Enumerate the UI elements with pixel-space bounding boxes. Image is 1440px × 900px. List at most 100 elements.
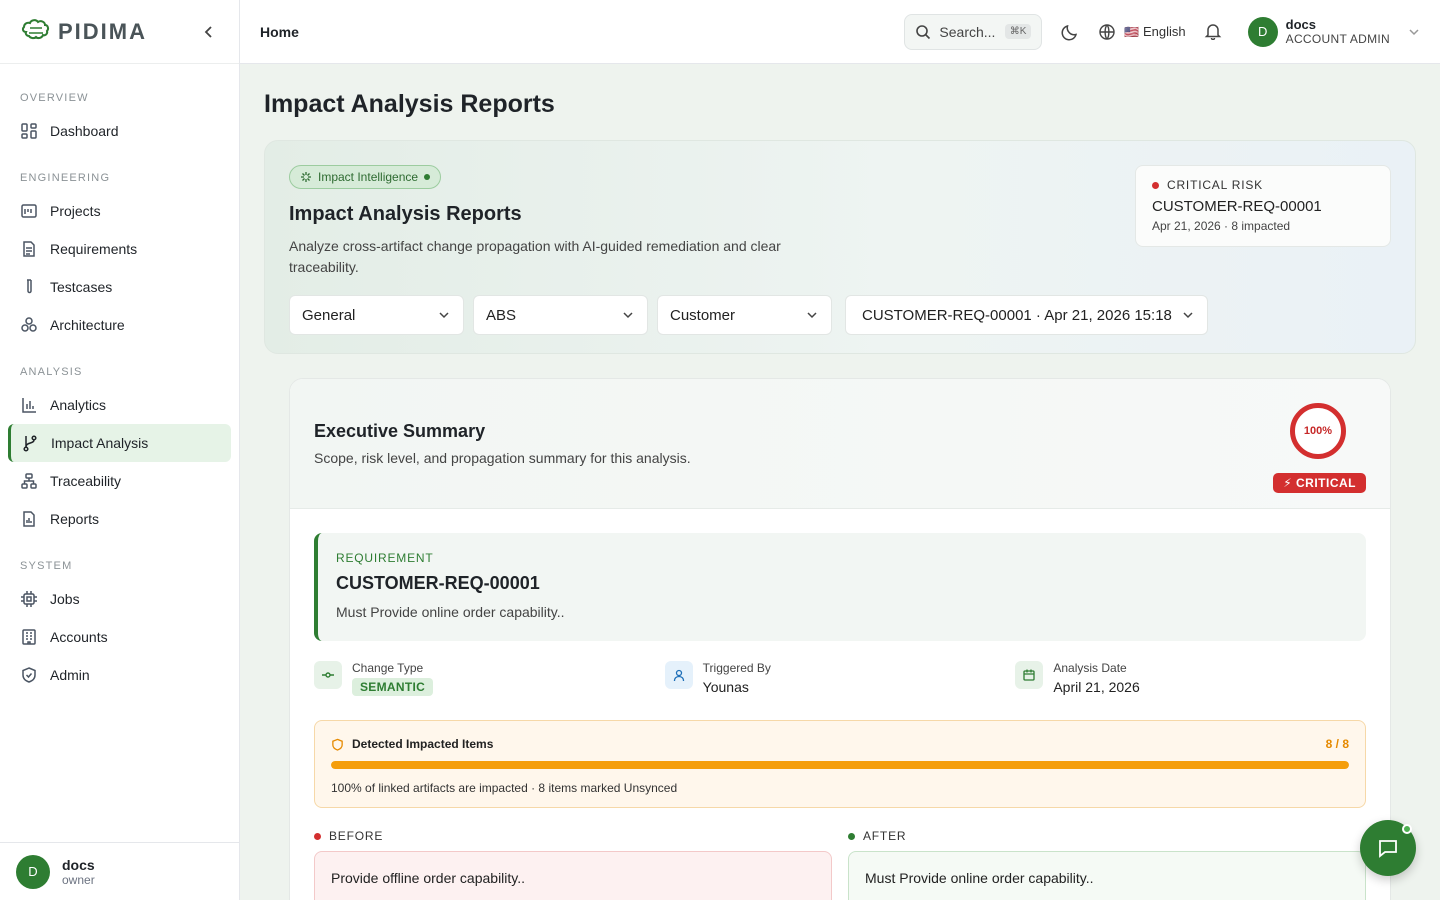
chevron-down-icon <box>805 308 819 322</box>
chevron-down-icon <box>437 308 451 322</box>
risk-label: CRITICAL RISK <box>1167 178 1263 192</box>
sidebar-user[interactable]: D docs owner <box>0 842 239 900</box>
sparkle-icon <box>300 171 312 183</box>
sidebar-item-architecture[interactable]: Architecture <box>8 306 231 344</box>
nav-section-engineering: ENGINEERING <box>20 172 111 184</box>
meta-row: Change Type SEMANTIC Triggered By Younas… <box>314 661 1366 696</box>
commit-icon <box>314 661 342 689</box>
nav-section-system: SYSTEM <box>20 560 73 572</box>
hero-panel: Impact Intelligence Impact Analysis Repo… <box>264 140 1416 354</box>
logo-row: PIDIMA <box>0 0 239 64</box>
language-label: English <box>1143 24 1186 39</box>
main-content: Impact Analysis Reports Impact Intellige… <box>240 64 1440 900</box>
summary-header: Executive Summary Scope, risk level, and… <box>290 379 1390 509</box>
architecture-icon <box>20 316 38 334</box>
search-button[interactable]: Search... ⌘K <box>904 13 1043 50</box>
detected-impacted-panel: Detected Impacted Items 8 / 8 100% of li… <box>314 720 1366 808</box>
sidebar-item-analytics[interactable]: Analytics <box>8 386 231 424</box>
jobs-icon <box>20 590 38 608</box>
brain-logo-icon <box>20 18 52 46</box>
sidebar-item-impact-analysis[interactable]: Impact Analysis <box>8 424 231 462</box>
collapse-sidebar-button[interactable] <box>199 22 219 42</box>
summary-subtitle: Scope, risk level, and propagation summa… <box>314 450 691 466</box>
breadcrumb[interactable]: Home <box>260 24 299 40</box>
chevron-down-icon <box>621 308 635 322</box>
change-type-meta: Change Type SEMANTIC <box>314 661 665 696</box>
risk-meta: Apr 21, 2026 · 8 impacted <box>1152 219 1291 233</box>
requirement-label: REQUIREMENT <box>336 551 434 565</box>
select-value: ABS <box>486 306 517 324</box>
bell-icon[interactable] <box>1204 22 1224 42</box>
project-select[interactable]: General <box>289 295 464 335</box>
projects-icon <box>20 202 38 220</box>
chevron-down-icon <box>1181 308 1195 322</box>
account-menu[interactable]: D docs ACCOUNT ADMIN <box>1247 16 1420 47</box>
critical-risk-card[interactable]: CRITICAL RISK CUSTOMER-REQ-00001 Apr 21,… <box>1135 165 1391 247</box>
logo[interactable]: PIDIMA <box>20 18 147 46</box>
select-value: Customer <box>670 306 736 324</box>
chat-icon <box>1376 836 1400 860</box>
language-selector[interactable]: 🇺🇸 English <box>1098 23 1186 41</box>
dashboard-icon <box>20 122 38 140</box>
chevron-down-icon <box>1408 26 1420 38</box>
globe-icon <box>1098 23 1116 41</box>
hero-description: Analyze cross-artifact change propagatio… <box>289 238 781 275</box>
before-dot <box>314 832 321 840</box>
search-icon <box>915 24 931 40</box>
sidebar-item-jobs[interactable]: Jobs <box>8 580 231 618</box>
requirement-block: REQUIREMENT CUSTOMER-REQ-00001 Must Prov… <box>314 533 1366 641</box>
requirements-icon <box>20 240 38 258</box>
sidebar-item-projects[interactable]: Projects <box>8 192 231 230</box>
analysis-date-label: Analysis Date <box>1053 661 1127 675</box>
before-text: Provide offline order capability.. <box>314 851 832 900</box>
critical-level-badge: ⚡ CRITICAL <box>1273 473 1366 493</box>
sidebar-item-label: Projects <box>50 203 101 219</box>
sidebar-item-testcases[interactable]: Testcases <box>8 268 231 306</box>
badge-label: Impact Intelligence <box>318 170 419 184</box>
sidebar-item-label: Accounts <box>50 629 108 645</box>
user-icon <box>664 661 693 689</box>
sidebar-item-accounts[interactable]: Accounts <box>8 618 231 656</box>
nav-section-analysis: ANALYSIS <box>20 366 83 378</box>
sidebar-item-label: Requirements <box>50 241 138 257</box>
sidebar-item-label: Jobs <box>50 591 80 607</box>
page-title: Impact Analysis Reports <box>264 90 555 118</box>
chat-button[interactable] <box>1360 820 1416 876</box>
risk-score-gauge: 100% <box>1290 403 1346 459</box>
summary-title: Executive Summary <box>314 421 486 441</box>
sidebar-item-requirements[interactable]: Requirements <box>8 230 231 268</box>
after-dot <box>848 832 855 840</box>
sidebar-item-label: Impact Analysis <box>51 435 149 451</box>
requirement-description: Must Provide online order capability.. <box>336 604 565 620</box>
filter-row: General ABS Customer CUSTOMER-REQ-00001 … <box>289 295 1208 335</box>
chevron-left-icon <box>204 25 212 38</box>
calendar-icon <box>1015 661 1044 689</box>
sidebar-item-traceability[interactable]: Traceability <box>8 462 231 500</box>
risk-dot <box>1152 181 1159 189</box>
executive-summary-card: Executive Summary Scope, risk level, and… <box>289 378 1391 900</box>
system-select[interactable]: ABS <box>473 295 648 335</box>
triggered-by-meta: Triggered By Younas <box>664 661 1016 696</box>
testcases-icon <box>20 278 38 296</box>
sidebar-item-admin[interactable]: Admin <box>8 656 231 694</box>
after-label: AFTER <box>863 829 907 843</box>
category-select[interactable]: Customer <box>657 295 832 335</box>
avatar: D <box>1247 16 1278 47</box>
change-type-badge: SEMANTIC <box>352 678 434 696</box>
sidebar-item-label: Admin <box>50 667 90 683</box>
nav-section-overview: OVERVIEW <box>20 92 89 104</box>
user-name: docs <box>62 856 95 873</box>
sidebar: PIDIMA OVERVIEW Dashboard ENGINEERING Pr… <box>0 0 240 900</box>
sidebar-item-dashboard[interactable]: Dashboard <box>8 112 231 150</box>
after-text: Must Provide online order capability.. <box>848 851 1366 900</box>
account-role: ACCOUNT ADMIN <box>1285 32 1390 46</box>
detected-note: 100% of linked artifacts are impacted · … <box>331 781 678 795</box>
topbar: Home Search... ⌘K 🇺🇸 English D docs ACCO… <box>240 0 1440 64</box>
impact-progress-bar <box>331 761 1349 769</box>
report-select[interactable]: CUSTOMER-REQ-00001 · Apr 21, 2026 15:18 <box>845 295 1208 335</box>
detected-title: Detected Impacted Items <box>352 737 494 751</box>
requirement-id: CUSTOMER-REQ-00001 <box>336 573 540 593</box>
dark-mode-toggle-moon-icon[interactable] <box>1060 22 1080 42</box>
sidebar-item-reports[interactable]: Reports <box>8 500 231 538</box>
change-type-label: Change Type <box>352 661 424 675</box>
